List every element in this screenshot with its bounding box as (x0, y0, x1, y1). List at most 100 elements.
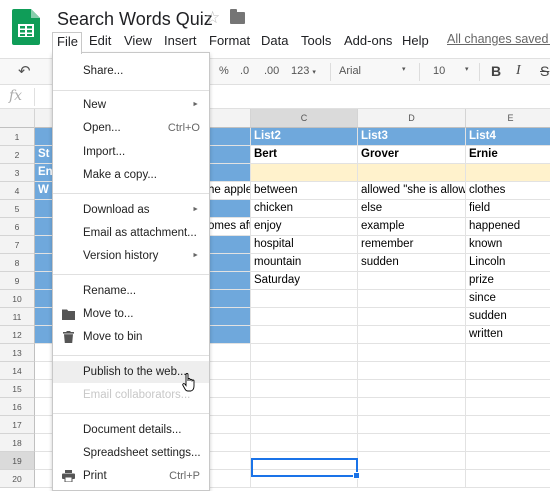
grid-cell[interactable] (466, 344, 550, 362)
grid-cell[interactable] (358, 272, 466, 290)
grid-cell[interactable] (358, 452, 466, 470)
grid-cell[interactable] (466, 398, 550, 416)
chevron-down-icon[interactable]: ▾ (465, 65, 469, 73)
row-header[interactable]: 19 (0, 452, 35, 470)
chevron-down-icon[interactable]: ▾ (402, 65, 406, 73)
grid-cell[interactable]: sudden (466, 308, 550, 326)
row-header[interactable]: 3 (0, 164, 35, 182)
grid-cell[interactable]: Saturday (251, 272, 358, 290)
grid-cell[interactable] (251, 308, 358, 326)
grid-cell[interactable] (358, 434, 466, 452)
menu-item-move-to-bin[interactable]: Move to bin (53, 326, 209, 348)
grid-cell[interactable] (358, 326, 466, 344)
menu-view[interactable]: View (124, 32, 152, 52)
menu-item-rename[interactable]: Rename... (53, 280, 209, 302)
grid-cell[interactable]: mountain (251, 254, 358, 272)
menu-item-spreadsheet-settings[interactable]: Spreadsheet settings... (53, 442, 209, 464)
row-header[interactable]: 20 (0, 470, 35, 488)
menu-item-print[interactable]: Print Ctrl+P (53, 465, 209, 487)
grid-cell[interactable]: example (358, 218, 466, 236)
row-header[interactable]: 10 (0, 290, 35, 308)
row-header[interactable]: 11 (0, 308, 35, 326)
grid-cell[interactable] (251, 326, 358, 344)
row-header[interactable]: 16 (0, 398, 35, 416)
italic-button[interactable]: I (516, 63, 521, 79)
grid-cell[interactable] (358, 290, 466, 308)
grid-cell[interactable]: Bert (251, 146, 358, 164)
grid-cell[interactable]: field (466, 200, 550, 218)
grid-cell[interactable] (358, 416, 466, 434)
grid-cell[interactable]: chicken (251, 200, 358, 218)
column-header-c[interactable]: C (251, 109, 358, 128)
decrease-decimal-button[interactable]: .0 (240, 65, 249, 77)
menu-item-open[interactable]: Open... Ctrl+O (53, 117, 209, 139)
menu-item-new[interactable]: New ► (53, 94, 209, 116)
menu-item-download-as[interactable]: Download as ► (53, 199, 209, 221)
bold-button[interactable]: B (491, 63, 501, 79)
grid-cell[interactable]: Lincoln (466, 254, 550, 272)
grid-cell[interactable] (251, 434, 358, 452)
grid-cell[interactable]: sudden (358, 254, 466, 272)
grid-cell[interactable]: written (466, 326, 550, 344)
grid-cell[interactable] (251, 416, 358, 434)
column-header-d[interactable]: D (358, 109, 466, 128)
grid-cell[interactable]: hospital (251, 236, 358, 254)
grid-cell[interactable] (251, 380, 358, 398)
grid-cell[interactable] (251, 344, 358, 362)
grid-cell[interactable]: clothes (466, 182, 550, 200)
menu-item-version-history[interactable]: Version history ► (53, 245, 209, 267)
grid-cell[interactable]: List2 (251, 128, 358, 146)
grid-cell[interactable] (358, 398, 466, 416)
grid-cell[interactable] (466, 434, 550, 452)
grid-cell[interactable] (251, 164, 358, 182)
menu-item-document-details[interactable]: Document details... (53, 419, 209, 441)
selected-cell[interactable] (251, 458, 360, 479)
font-size-select[interactable]: 10 (433, 65, 445, 77)
grid-cell[interactable] (466, 416, 550, 434)
grid-cell[interactable]: Grover (358, 146, 466, 164)
grid-cell[interactable] (358, 344, 466, 362)
row-header[interactable]: 1 (0, 128, 35, 146)
row-header[interactable]: 17 (0, 416, 35, 434)
row-header[interactable]: 8 (0, 254, 35, 272)
select-all-corner[interactable] (0, 109, 35, 128)
grid-cell[interactable] (358, 470, 466, 488)
row-header[interactable]: 4 (0, 182, 35, 200)
menu-insert[interactable]: Insert (164, 32, 197, 52)
menu-format[interactable]: Format (209, 32, 250, 52)
menu-item-move-to[interactable]: Move to... (53, 303, 209, 325)
grid-cell[interactable]: happened (466, 218, 550, 236)
grid-cell[interactable]: enjoy (251, 218, 358, 236)
grid-cell[interactable]: List4 (466, 128, 550, 146)
grid-cell[interactable] (251, 362, 358, 380)
menu-item-share[interactable]: Share... (53, 60, 209, 82)
grid-cell[interactable]: prize (466, 272, 550, 290)
row-header[interactable]: 12 (0, 326, 35, 344)
grid-cell[interactable]: allowed "she is allowe (358, 182, 466, 200)
menu-file[interactable]: File (52, 32, 82, 54)
strikethrough-button[interactable]: S (540, 63, 549, 79)
row-header[interactable]: 13 (0, 344, 35, 362)
font-select[interactable]: Arial (339, 65, 361, 77)
menu-edit[interactable]: Edit (89, 32, 111, 52)
increase-decimal-button[interactable]: .00 (264, 65, 279, 77)
row-header[interactable]: 14 (0, 362, 35, 380)
grid-cell-overflow[interactable]: omes aft (205, 218, 251, 236)
grid-cell[interactable]: remember (358, 236, 466, 254)
row-header[interactable]: 5 (0, 200, 35, 218)
folder-icon[interactable] (230, 9, 245, 24)
grid-cell[interactable] (466, 380, 550, 398)
star-icon[interactable]: ☆ (205, 8, 220, 28)
grid-cell[interactable]: Ernie (466, 146, 550, 164)
grid-cell[interactable] (466, 164, 550, 182)
save-status-link[interactable]: All changes saved i (447, 32, 550, 46)
undo-icon[interactable]: ↶ (18, 62, 31, 80)
number-format-button[interactable]: 123 ▾ (291, 65, 316, 77)
grid-cell[interactable] (358, 380, 466, 398)
menu-data[interactable]: Data (261, 32, 288, 52)
row-header[interactable]: 15 (0, 380, 35, 398)
grid-cell[interactable] (358, 164, 466, 182)
grid-cell[interactable] (358, 362, 466, 380)
row-header[interactable]: 2 (0, 146, 35, 164)
grid-cell[interactable]: between (251, 182, 358, 200)
